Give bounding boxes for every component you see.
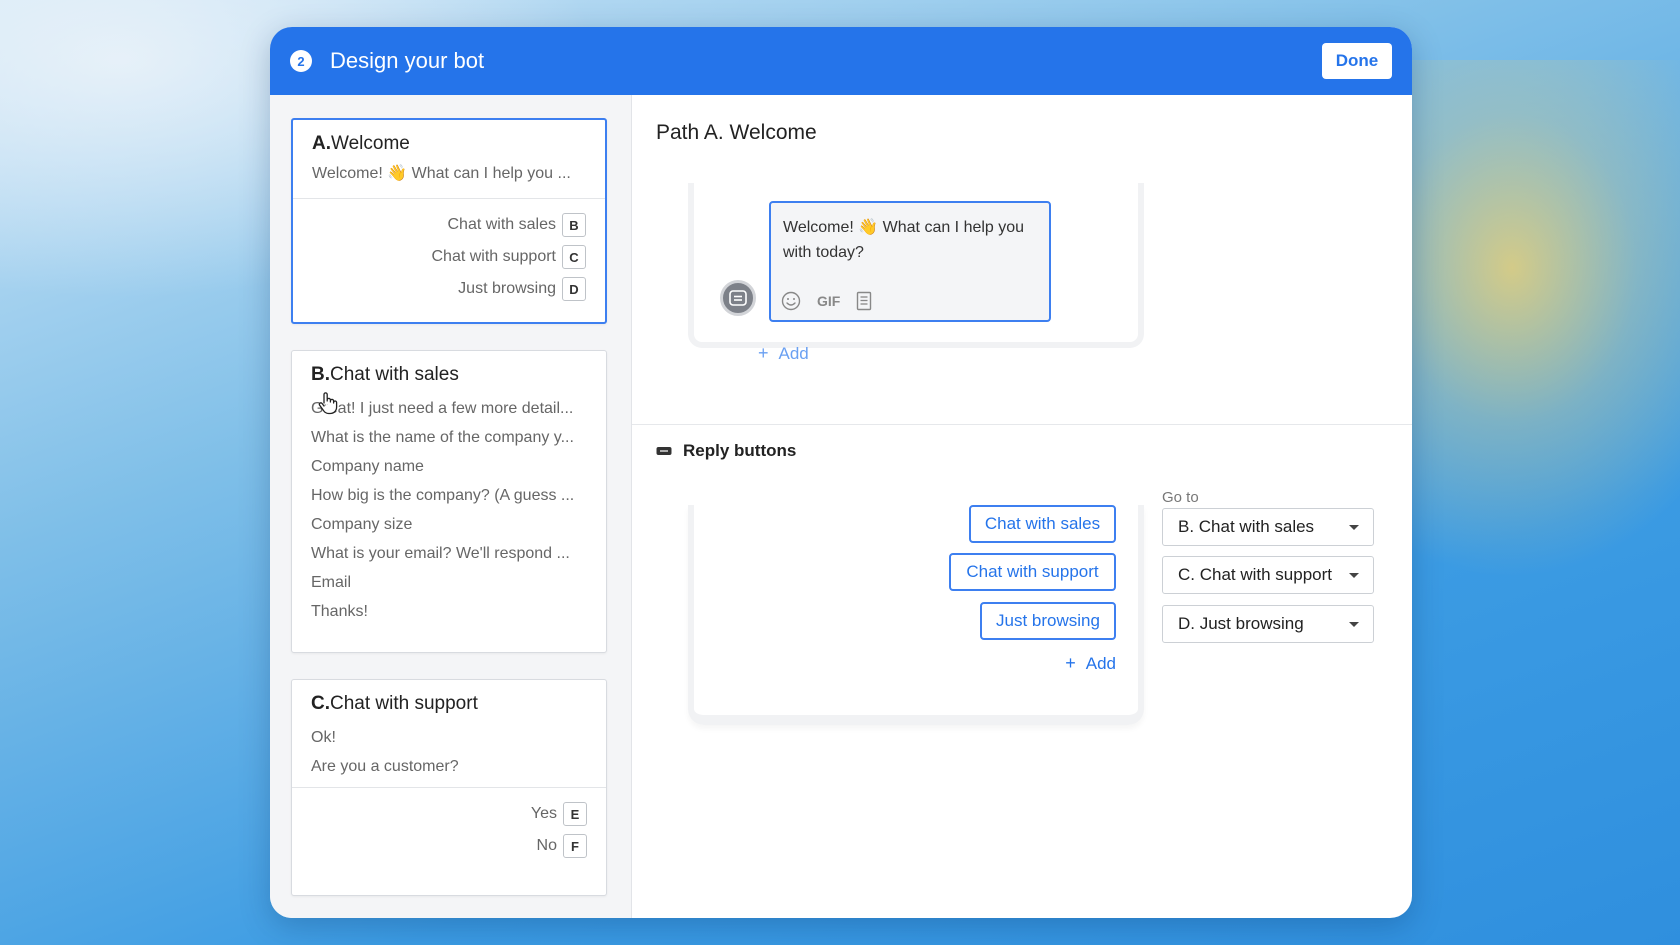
option-label: No — [536, 837, 557, 854]
path-card-a[interactable]: A.Welcome Welcome! 👋 What can I help you… — [291, 118, 607, 324]
section-divider — [632, 424, 1412, 425]
emoji-icon[interactable] — [781, 291, 801, 311]
message-text[interactable]: Welcome! 👋 What can I help you with toda… — [783, 215, 1037, 265]
goto-select-sales[interactable]: B. Chat with sales — [1162, 508, 1374, 546]
goto-select-value: B. Chat with sales — [1178, 517, 1315, 536]
dialog-header: 2 Design your bot Done — [270, 27, 1412, 95]
done-button[interactable]: Done — [1322, 43, 1392, 79]
design-bot-dialog: 2 Design your bot Done A.Welcome Welcome… — [270, 27, 1412, 918]
path-option-row[interactable]: Yes E — [311, 798, 587, 830]
add-label: Add — [1085, 653, 1116, 673]
path-line: What is your email? We'll respond ... — [311, 545, 570, 562]
reply-buttons-title: Reply buttons — [683, 441, 797, 460]
path-option-row[interactable]: Chat with support C — [312, 241, 586, 273]
reply-buttons-icon — [656, 447, 672, 455]
path-name: Chat with support — [330, 693, 478, 714]
path-option-row[interactable]: Just browsing D — [312, 273, 586, 305]
bot-avatar-icon — [720, 280, 756, 316]
add-reply-button[interactable]: + Add — [1065, 653, 1116, 674]
chevron-down-icon — [1349, 524, 1359, 530]
path-name: Chat with sales — [330, 364, 459, 385]
option-label: Yes — [530, 805, 557, 822]
reply-buttons-header: Reply buttons — [656, 441, 796, 461]
path-line: Are you a customer? — [311, 758, 459, 775]
plus-icon: + — [1065, 653, 1076, 673]
option-key: E — [563, 802, 587, 826]
option-label: Chat with sales — [447, 216, 557, 233]
path-line: Great! I just need a few more detail... — [311, 400, 574, 417]
hand-cursor-icon — [318, 392, 338, 415]
path-line: Thanks! — [311, 603, 368, 620]
path-line: What is the name of the company y... — [311, 429, 574, 446]
plus-icon: + — [758, 343, 769, 363]
path-letter: A. — [312, 133, 331, 154]
gif-button[interactable]: GIF — [817, 293, 840, 309]
path-letter: B. — [311, 364, 330, 385]
path-letter: C. — [311, 693, 330, 714]
path-card-c[interactable]: C.Chat with support Ok! Are you a custom… — [291, 679, 607, 896]
path-line: How big is the company? (A guess ... — [311, 487, 575, 504]
path-line: Company name — [311, 458, 424, 475]
add-message-button[interactable]: + Add — [758, 343, 809, 364]
path-name: Welcome — [331, 133, 410, 154]
goto-select-value: D. Just browsing — [1178, 614, 1304, 633]
article-icon[interactable] — [856, 291, 872, 311]
option-label: Chat with support — [431, 248, 556, 265]
goto-select-value: C. Chat with support — [1178, 565, 1333, 584]
add-label: Add — [778, 343, 809, 363]
path-option-row[interactable]: Chat with sales B — [312, 209, 586, 241]
paths-sidebar: A.Welcome Welcome! 👋 What can I help you… — [270, 95, 632, 918]
reply-button-browsing[interactable]: Just browsing — [980, 602, 1116, 640]
reply-button-support[interactable]: Chat with support — [949, 553, 1116, 591]
step-badge: 2 — [290, 50, 312, 72]
path-line: Ok! — [311, 729, 336, 746]
path-line: Welcome! 👋 What can I help you ... — [312, 165, 571, 182]
dialog-title: Design your bot — [330, 48, 485, 73]
reply-button-sales[interactable]: Chat with sales — [969, 505, 1116, 543]
option-label: Just browsing — [458, 280, 556, 297]
path-line: Email — [311, 574, 352, 591]
path-title: Path A. Welcome — [656, 121, 817, 144]
option-key: D — [562, 277, 586, 301]
option-key: F — [563, 834, 587, 858]
path-option-row[interactable]: No F — [311, 830, 587, 862]
goto-select-browsing[interactable]: D. Just browsing — [1162, 605, 1374, 643]
message-editor[interactable]: Welcome! 👋 What can I help you with toda… — [769, 201, 1051, 322]
option-key: C — [562, 245, 586, 269]
chevron-down-icon — [1349, 621, 1359, 627]
goto-select-support[interactable]: C. Chat with support — [1162, 556, 1374, 594]
chevron-down-icon — [1349, 572, 1359, 578]
reply-buttons-frame: Chat with sales Chat with support Just b… — [688, 505, 1144, 725]
path-editor: Path A. Welcome Welcome! 👋 What can I he… — [632, 95, 1412, 918]
option-key: B — [562, 213, 586, 237]
goto-label: Go to — [1162, 489, 1199, 506]
path-line: Company size — [311, 516, 413, 533]
